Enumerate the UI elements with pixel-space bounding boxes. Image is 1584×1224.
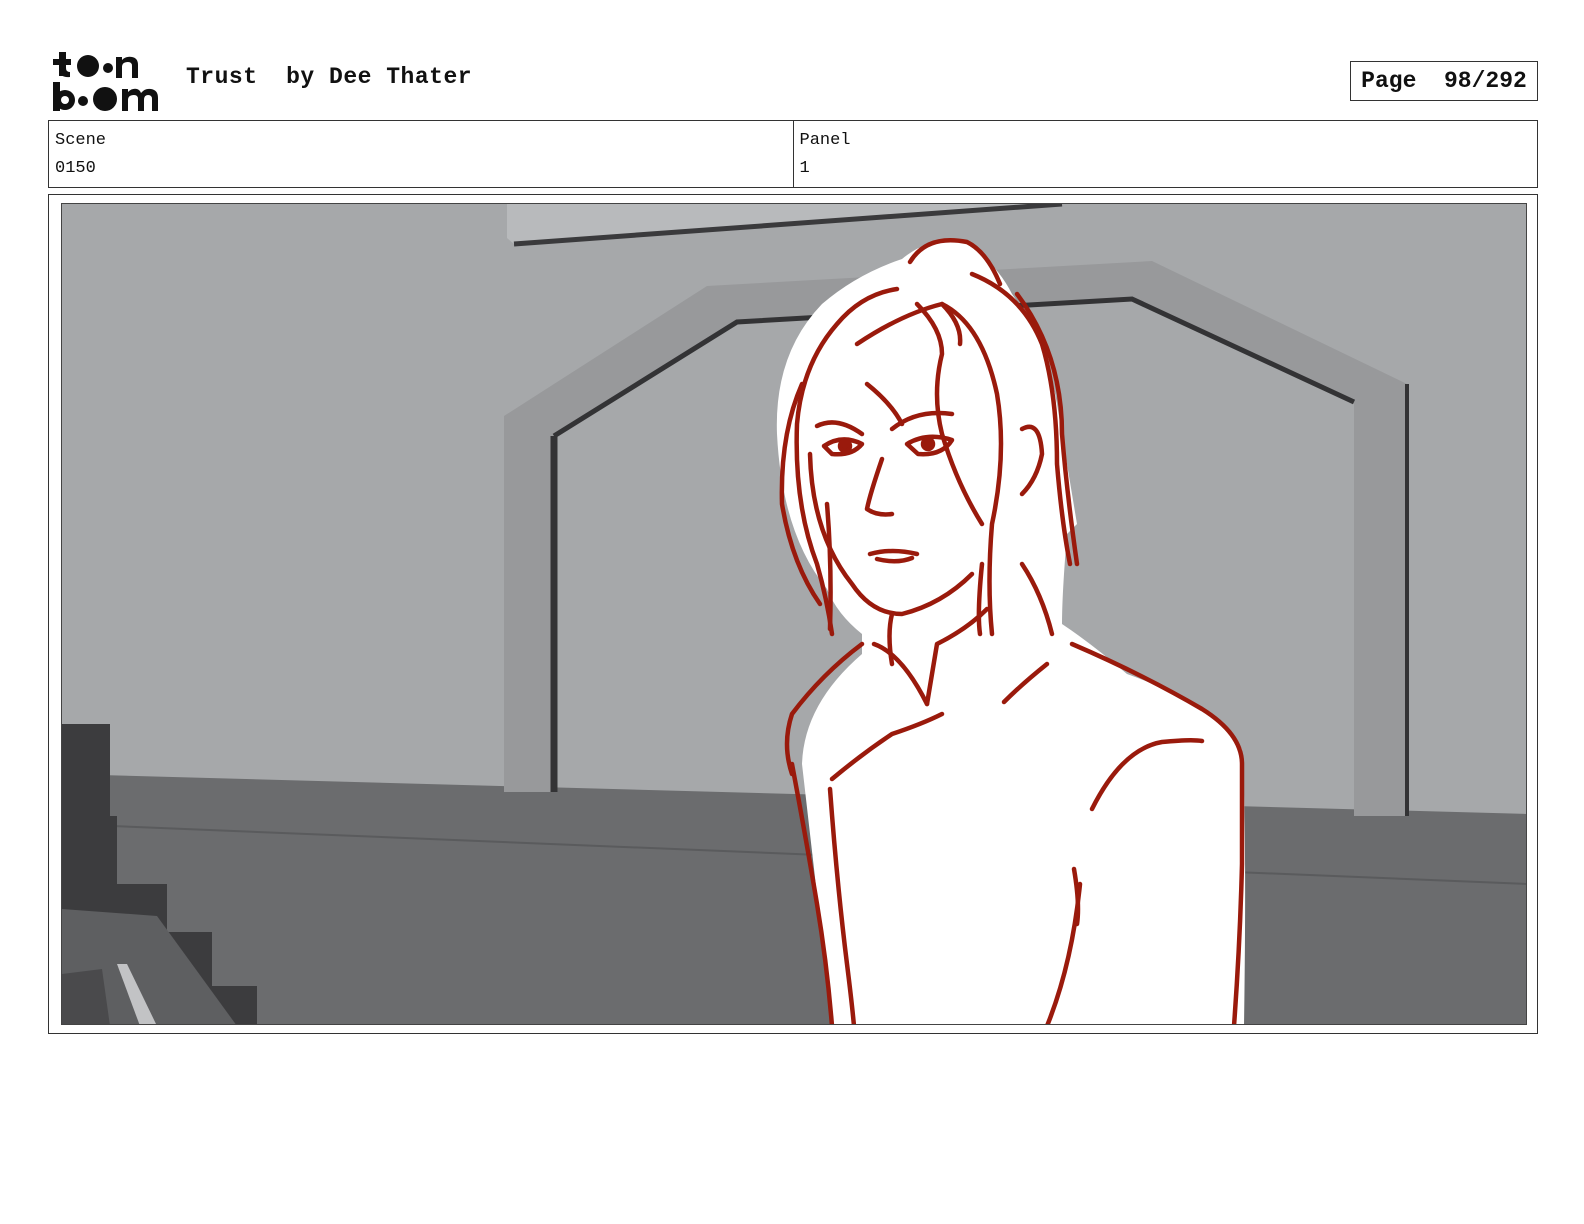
page-number: 98/292 <box>1444 68 1527 94</box>
document-title: Trust by Dee Thater <box>186 64 473 90</box>
scene-panel-info: Scene 0150 Panel 1 <box>48 120 1538 188</box>
scene-label: Scene <box>55 131 107 150</box>
panel-label: Panel <box>799 131 851 150</box>
toonboom-logo <box>50 48 168 114</box>
storyboard-panel-frame <box>48 194 1538 1034</box>
storyboard-panel-image <box>61 203 1527 1025</box>
scene-value: 0150 <box>55 159 96 178</box>
page-indicator: Page 98/292 <box>1350 61 1538 101</box>
scene-cell: Scene 0150 <box>49 121 793 187</box>
panel-cell: Panel 1 <box>792 121 1538 187</box>
panel-value: 1 <box>799 159 810 178</box>
page-label: Page <box>1361 68 1417 94</box>
